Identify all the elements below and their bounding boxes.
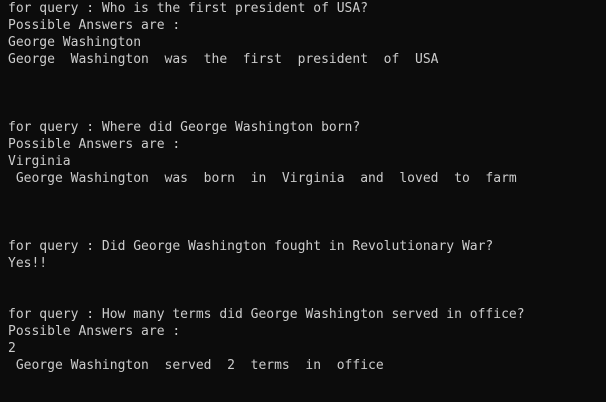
answer-line: George Washington: [8, 35, 142, 50]
console-output: for query : Who is the first president o…: [0, 0, 606, 402]
query-line: for query : Where did George Washington …: [8, 120, 361, 135]
answers-header: Possible Answers are :: [8, 18, 181, 33]
query-line: for query : Did George Washington fought…: [8, 239, 494, 254]
answer-line: 2: [8, 341, 16, 356]
answer-sentence: George Washington served 2 terms in offi…: [8, 358, 384, 373]
answer-sentence: George Washington was born in Virginia a…: [8, 171, 517, 186]
answer-line: Virginia: [8, 154, 71, 169]
query-line: for query : How many terms did George Wa…: [8, 307, 525, 322]
query-line: for query : Who is the first president o…: [8, 1, 369, 16]
answer-line: Yes!!: [8, 256, 48, 271]
answers-header: Possible Answers are :: [8, 324, 181, 339]
answers-header: Possible Answers are :: [8, 137, 181, 152]
answer-sentence: George Washington was the first presiden…: [8, 52, 439, 67]
